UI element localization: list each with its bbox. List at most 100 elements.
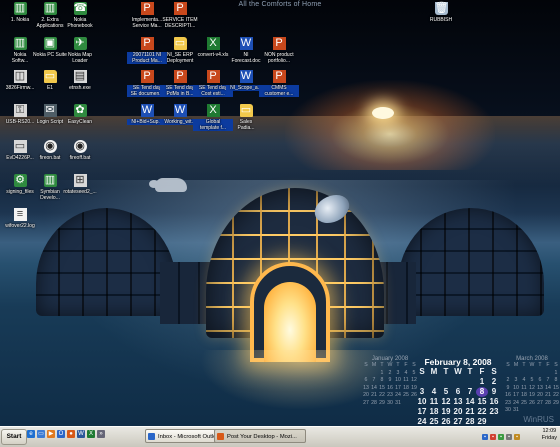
desktop-icon-label: Sales Padia... — [237, 119, 255, 131]
desktop-icon-cmms[interactable]: P CMMS customer e... — [259, 70, 299, 97]
calendar-march-grid: S M T W T F S 1 2 3 4 5 6 7 8 9 10 11 12 13 14 15 16 17 18 19 20 21… — [504, 362, 560, 415]
exe-icon: ⚿ — [13, 104, 27, 117]
volume-icon[interactable]: ▪ — [506, 433, 512, 440]
calendar-weekday: T — [380, 362, 384, 368]
calendar-day: 1 — [554, 369, 558, 376]
calendar-day: 29 — [553, 399, 559, 406]
antivirus-icon[interactable]: ▪ — [490, 433, 496, 440]
ppt-icon: P — [140, 2, 154, 15]
app-icon: ☎ — [73, 2, 88, 15]
calendar-day: 2 — [388, 369, 392, 376]
calendar-january: January 2008 S M T W T F S 1 2 3 4 5 6 7 8 9 10 11 12 13 14 1… — [362, 356, 418, 407]
calendar-day: 19 — [529, 392, 535, 398]
start-button[interactable]: Start — [1, 429, 27, 445]
calendar-day: 29 — [477, 417, 487, 426]
ppt-icon: P — [173, 70, 187, 83]
app-icon: ▣ — [43, 37, 57, 50]
calendar-day: 1 — [479, 377, 485, 386]
clock-day: Friday — [541, 435, 557, 441]
outlook-icon[interactable]: O — [57, 430, 65, 438]
desktop-icon-sales-padia[interactable]: ▭ Sales Padia... — [226, 104, 266, 131]
desktop-icon[interactable]: ▭ — [37, 430, 45, 438]
update-icon[interactable]: ▪ — [498, 433, 504, 440]
desktop-icon-label: Nokia Phonebook — [67, 17, 93, 29]
bluetooth-icon[interactable]: ▪ — [514, 433, 520, 440]
calendar-day: 18 — [403, 384, 409, 391]
calendar-day: 7 — [372, 377, 376, 383]
xls-icon: X — [206, 37, 220, 50]
more-icon[interactable]: » — [97, 430, 105, 438]
calendar-day: 21 — [465, 407, 475, 416]
ie-icon[interactable]: e — [27, 430, 35, 438]
desktop-icon-wiftover[interactable]: ≡ wifover22.log — [0, 208, 40, 229]
doc-icon: W — [239, 70, 253, 83]
desktop-icon-rubbish[interactable]: 🗑 RUBBISH — [421, 2, 461, 23]
calendar-day: 11 — [521, 384, 527, 391]
taskbar-button-firefox[interactable]: Post Your Desktop - Mozi... — [214, 429, 306, 443]
doc-icon: W — [239, 37, 253, 50]
firefox-icon — [217, 433, 224, 440]
calendar-day: 8 — [554, 377, 558, 383]
calendar-day — [528, 370, 536, 378]
network-icon[interactable]: ▪ — [482, 433, 488, 440]
desktop-icon-non-product[interactable]: P NON product portfolio... — [259, 37, 299, 64]
taskbar: Start e ▭ ▶ O ● W X» Inbox - Microsoft Outlook… — [0, 426, 560, 447]
calendar-day: 19 — [441, 407, 451, 416]
calendar-day: 13 — [363, 384, 369, 391]
app-icon: ▥ — [13, 37, 27, 50]
calendar-day: 9 — [388, 377, 392, 383]
folder-icon: ▭ — [239, 104, 253, 117]
eye-icon: ◉ — [73, 140, 87, 153]
desktop-icon-rotate[interactable]: ⊞ rotateseed2_... — [60, 174, 100, 195]
calendar-february-grid: S M T W T F S 1 2 3 4 5 6 7 8 9 10 11 12 13 14 15 16 17 18 19 20 21… — [416, 367, 500, 426]
calendar-day: 3 — [396, 369, 400, 376]
calendar-day: 12 — [529, 384, 535, 391]
taskbar-clock[interactable]: 12:09 Friday — [542, 428, 557, 442]
calendar-day: 16 — [387, 384, 393, 391]
media-icon[interactable]: ▶ — [47, 430, 55, 438]
desktop-icon-label: CMMS customer e... — [259, 85, 299, 97]
desktop-background: All the Comforts of Home WinRUS ▥ 1. Noki… — [0, 0, 560, 426]
calendar-day: 25 — [521, 399, 527, 406]
bat-icon: ✉ — [43, 104, 57, 117]
taskbar-button-outlook-label: Inbox - Microsoft Outlook — [158, 434, 223, 440]
calendar-march: March 2008 S M T W T F S 1 2 3 4 5 6 7 8 9 10 11 12 13 14 15 1… — [504, 356, 560, 415]
desktop-icon-service-item[interactable]: P SERVICE ITEM DESCRIPTI... — [160, 2, 200, 29]
calendar-day: 28 — [545, 399, 551, 406]
exe-icon: ▭ — [13, 140, 27, 153]
desktop-icon-etnish[interactable]: ▤ etnsh.exe — [60, 70, 100, 91]
calendar-day: 10 — [513, 384, 519, 391]
calendar-day: 17 — [395, 384, 401, 391]
clock-time: 12:09 — [542, 428, 557, 434]
calendar-day: 8 — [380, 377, 384, 383]
calendar-day: 27 — [453, 417, 463, 426]
wallpaper-watermark: WinRUS — [523, 415, 554, 424]
calendar-day — [552, 407, 560, 415]
calendar-day — [416, 377, 428, 387]
calendar-day: 14 — [545, 384, 551, 391]
polar-bear — [149, 178, 187, 192]
calendar-weekday: S — [506, 362, 510, 368]
calendar-day: 24 — [513, 399, 519, 406]
calendar-day — [544, 370, 552, 378]
ppt-icon: P — [272, 37, 286, 50]
calendar-weekday: S — [554, 362, 558, 368]
desktop-icon-fireoff[interactable]: ◉ fireoff.bat — [60, 140, 100, 161]
calendar-day: 8 — [476, 387, 488, 397]
calendar-day: 12 — [441, 397, 451, 406]
calendar-january-grid: S M T W T F S 1 2 3 4 5 6 7 8 9 10 11 12 13 14 15 16 17 18 19 20 21… — [362, 362, 418, 407]
firefox-icon[interactable]: ● — [67, 430, 75, 438]
folder-icon: ▭ — [173, 37, 187, 50]
desktop-icon-nokia-map-loader[interactable]: ✈ Nokia Map Loader — [60, 37, 100, 64]
calendar-day: 10 — [417, 397, 427, 406]
excel-icon[interactable]: X — [87, 430, 95, 438]
word-icon[interactable]: W — [77, 430, 85, 438]
exe-icon: ⊞ — [73, 174, 87, 187]
desktop-icon-label: Nokia Map Loader — [68, 52, 92, 64]
calendar-day: 30 — [505, 407, 511, 413]
calendar-day — [428, 377, 440, 387]
calendar-day: 17 — [417, 407, 427, 416]
desktop-icon-easy-clean[interactable]: ✿ EasyClean — [60, 104, 100, 125]
desktop-icon-nokia-phonebook[interactable]: ☎ Nokia Phonebook — [60, 2, 100, 29]
desktop-icon-label: fireoff.bat — [69, 155, 91, 161]
